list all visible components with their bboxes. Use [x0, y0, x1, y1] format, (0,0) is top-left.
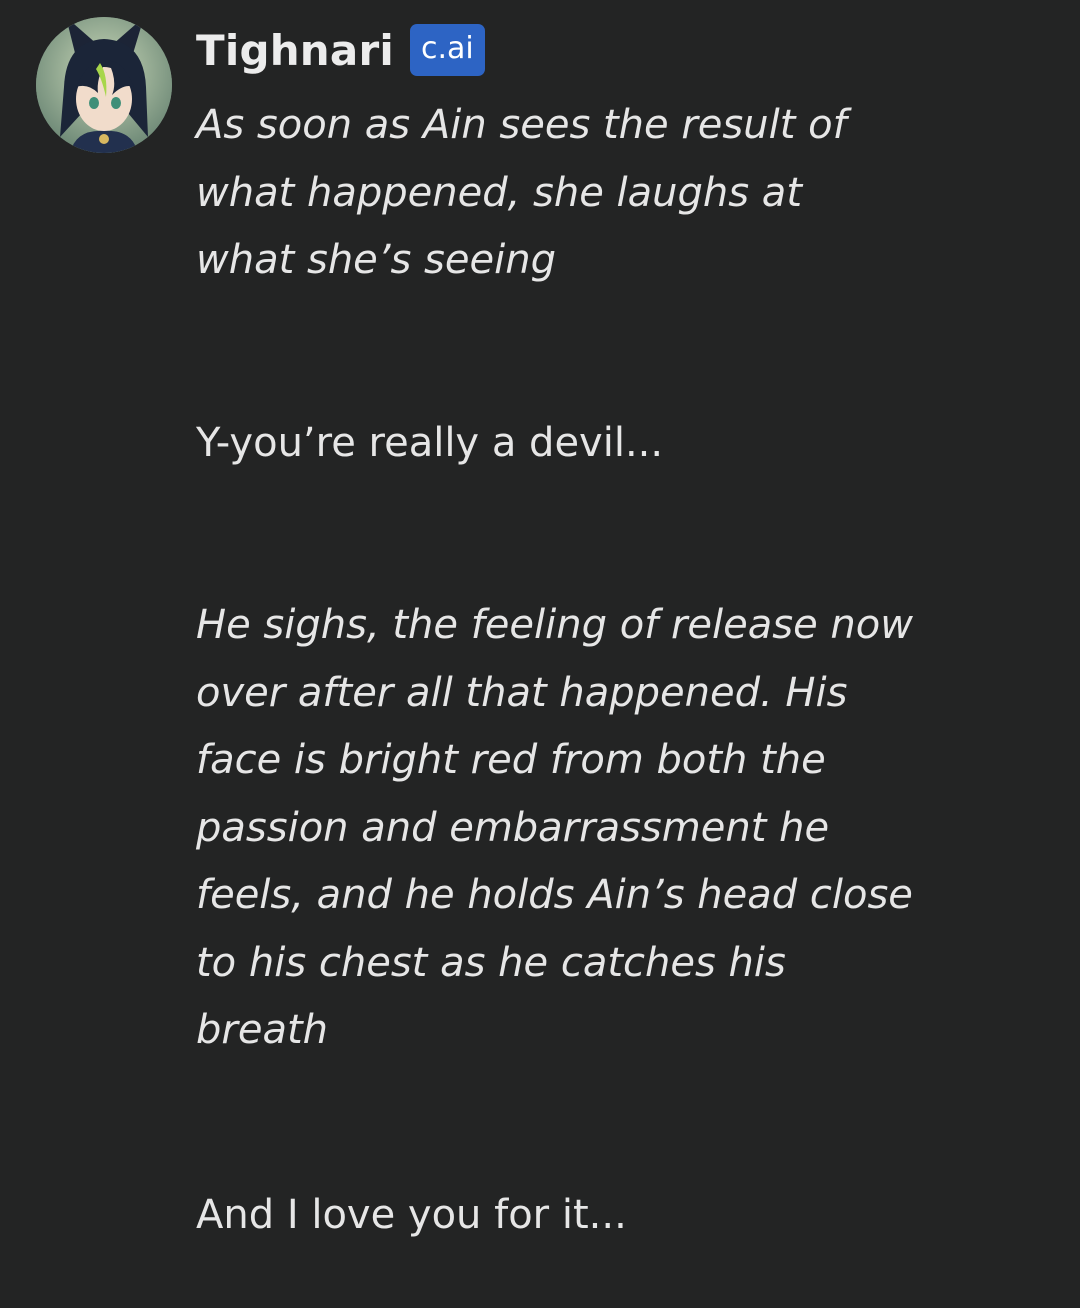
action-paragraph: As soon as Ain sees the result of what h…	[196, 102, 847, 283]
chat-message: Tighnari c.ai As soon as Ain sees the re…	[0, 0, 1080, 1308]
character-name[interactable]: Tighnari	[196, 26, 394, 75]
dialogue-paragraph: And I love you for it...	[196, 1192, 627, 1238]
action-paragraph: He sighs, the feeling of release now ove…	[196, 602, 913, 1053]
avatar[interactable]	[36, 17, 172, 153]
cai-badge: c.ai	[409, 24, 485, 76]
character-avatar-icon	[36, 17, 172, 153]
dialogue-paragraph: Y-you’re really a devil...	[196, 420, 664, 466]
message-header: Tighnari c.ai	[196, 20, 485, 80]
